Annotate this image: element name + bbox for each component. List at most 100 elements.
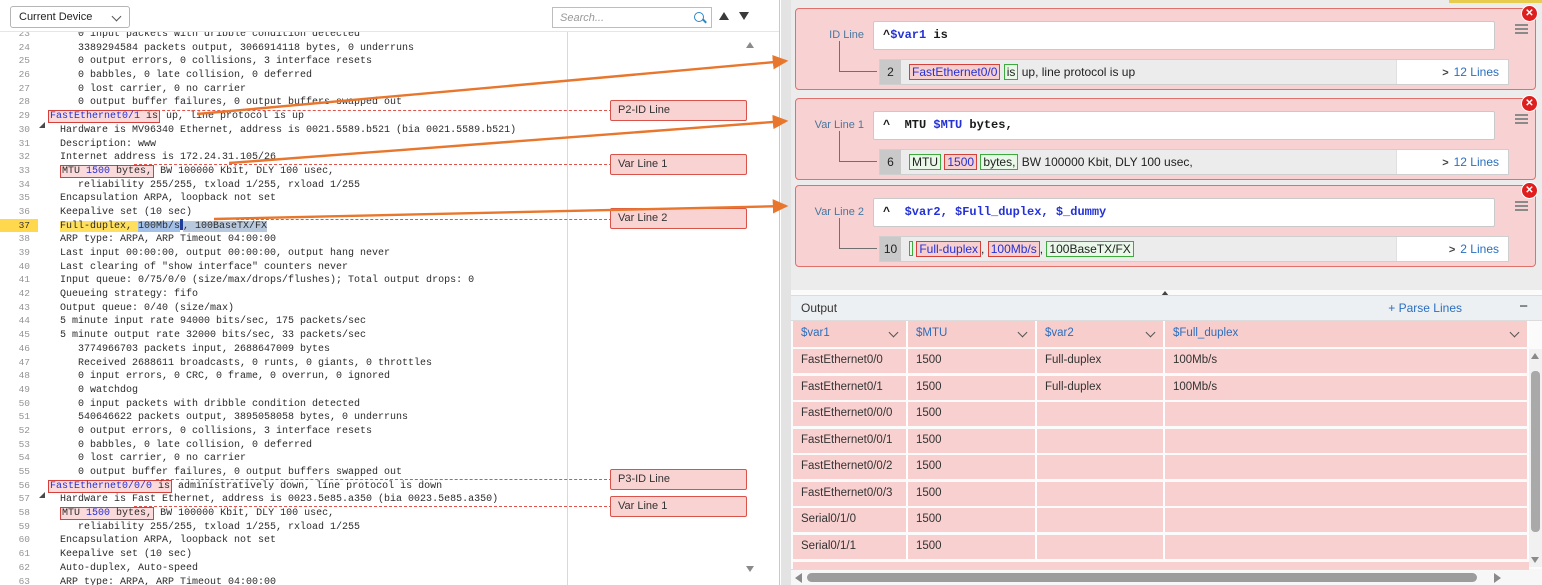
line-number: 46 — [0, 342, 38, 356]
search-icon[interactable] — [693, 11, 706, 24]
h-scrollbar[interactable] — [791, 569, 1529, 585]
line-number: 45 — [0, 328, 38, 342]
toolbar: Current Device — [0, 0, 779, 32]
menu-icon[interactable] — [1515, 114, 1528, 125]
lines-link[interactable]: >12 Lines — [1396, 60, 1508, 84]
close-icon[interactable]: ✕ — [1521, 182, 1538, 199]
code-line[interactable]: 44 5 minute input rate 94000 bits/sec, 1… — [0, 314, 740, 328]
lines-link[interactable]: >2 Lines — [1396, 237, 1508, 261]
code-line[interactable]: 47 Received 2688611 broadcasts, 0 runts,… — [0, 356, 740, 370]
code-line[interactable]: 27 0 lost carrier, 0 no carrier — [0, 82, 740, 96]
table-cell — [1165, 482, 1529, 506]
code-line[interactable]: 59 reliability 255/255, txload 1/255, rx… — [0, 520, 740, 534]
line-number: 49 — [0, 383, 38, 397]
code-line[interactable]: 48 0 input errors, 0 CRC, 0 frame, 0 ove… — [0, 369, 740, 383]
code-line[interactable]: 49 0 watchdog — [0, 383, 740, 397]
row-line-number: 10 — [880, 237, 901, 261]
line-number: 52 — [0, 424, 38, 438]
search-next-icon[interactable] — [739, 12, 749, 20]
close-icon[interactable]: ✕ — [1521, 5, 1538, 22]
parse-lines-link[interactable]: + Parse Lines — [1388, 301, 1462, 315]
chevron-down-icon[interactable] — [1146, 328, 1156, 338]
code-line[interactable]: 50 0 input packets with dribble conditio… — [0, 397, 740, 411]
table-cell: 1500 — [908, 455, 1037, 479]
code-line[interactable]: 23 0 input packets with dribble conditio… — [0, 32, 740, 41]
code-line[interactable]: 63 ARP type: ARPA, ARP Timeout 04:00:00 — [0, 575, 740, 585]
scroll-thumb[interactable] — [807, 573, 1477, 582]
code-line[interactable]: 35 Encapsulation ARPA, loopback not set — [0, 191, 740, 205]
chevron-right-icon: > — [1442, 67, 1448, 79]
table-cell — [1037, 535, 1165, 559]
search-input[interactable] — [558, 10, 688, 27]
device-selector[interactable]: Current Device — [10, 6, 130, 28]
code-line[interactable]: 31 Description: www — [0, 137, 740, 151]
table-cell: FastEthernet0/0 — [793, 349, 908, 373]
scroll-right-icon[interactable] — [1494, 573, 1501, 583]
column-header[interactable]: $var1 — [793, 321, 908, 347]
code-text: bytes, — [110, 166, 152, 177]
code-line[interactable]: 38 ARP type: ARPA, ARP Timeout 04:00:00 — [0, 232, 740, 246]
code-line[interactable]: 46 3774966703 packets input, 2688647009 … — [0, 342, 740, 356]
code-text — [48, 508, 60, 519]
pattern-input[interactable]: ^ $var2, $Full_duplex, $_dummy — [873, 198, 1495, 227]
table-row: FastEthernet0/0/31500 — [793, 482, 1529, 506]
chevron-down-icon[interactable] — [1510, 328, 1520, 338]
table-cell: FastEthernet0/0/2 — [793, 455, 908, 479]
code-line[interactable]: 60 Encapsulation ARPA, loopback not set — [0, 533, 740, 547]
lines-link[interactable]: >12 Lines — [1396, 150, 1508, 174]
search-prev-icon[interactable] — [719, 12, 729, 20]
scroll-up-icon[interactable] — [1531, 353, 1539, 359]
code-line[interactable]: 30 Hardware is MV96340 Ethernet, address… — [0, 123, 740, 137]
menu-icon[interactable] — [1515, 201, 1528, 212]
matched-token: 1500 — [944, 154, 977, 170]
code-line[interactable]: 39 Last input 00:00:00, output 00:00:00,… — [0, 246, 740, 260]
code-line[interactable]: 34 reliability 255/255, txload 1/255, rx… — [0, 178, 740, 192]
table-cell: 100Mb/s — [1165, 376, 1529, 400]
code-line[interactable]: 54 0 lost carrier, 0 no carrier — [0, 451, 740, 465]
pattern-input[interactable]: ^$var1 is — [873, 21, 1495, 50]
code-line[interactable]: 24 3389294584 packets output, 3066914118… — [0, 41, 740, 55]
code-text: Hardware is Fast Ethernet, address is 00… — [48, 494, 498, 505]
column-header[interactable]: $var2 — [1037, 321, 1165, 347]
pattern-input[interactable]: ^ MTU $MTU bytes, — [873, 111, 1495, 140]
table-cell: 1500 — [908, 402, 1037, 426]
connector-elbow — [839, 131, 877, 162]
code-text: is — [140, 111, 158, 122]
line-number: 27 — [0, 82, 38, 96]
chevron-down-icon[interactable] — [1018, 328, 1028, 338]
chevron-down-icon[interactable] — [889, 328, 899, 338]
code-line[interactable]: 43 Output queue: 0/40 (size/max) — [0, 301, 740, 315]
code-line[interactable]: 45 5 minute output rate 32000 bits/sec, … — [0, 328, 740, 342]
column-header[interactable]: $Full_duplex — [1165, 321, 1529, 347]
code-text: Encapsulation ARPA, loopback not set — [48, 535, 276, 546]
minimize-icon[interactable]: − — [1519, 298, 1528, 315]
code-text: Input queue: 0/75/0/0 (size/max/drops/fl… — [48, 275, 474, 286]
scroll-down-icon[interactable] — [746, 566, 754, 572]
scroll-down-icon[interactable] — [1531, 557, 1539, 563]
scroll-thumb[interactable] — [1531, 371, 1540, 532]
menu-icon[interactable] — [1515, 24, 1528, 35]
column-header[interactable]: $MTU — [908, 321, 1037, 347]
code-line[interactable]: 62 Auto-duplex, Auto-speed — [0, 561, 740, 575]
scroll-up-icon[interactable] — [746, 42, 754, 48]
close-icon[interactable]: ✕ — [1521, 95, 1538, 112]
code-line[interactable]: 42 Queueing strategy: fifo — [0, 287, 740, 301]
table-cell — [1037, 482, 1165, 506]
code-line[interactable]: 40 Last clearing of "show interface" cou… — [0, 260, 740, 274]
code-line[interactable]: 25 0 output errors, 0 collisions, 3 inte… — [0, 54, 740, 68]
v-scrollbar[interactable] — [1529, 349, 1542, 567]
code-line[interactable]: 41 Input queue: 0/75/0/0 (size/max/drops… — [0, 273, 740, 287]
code-line[interactable]: 53 0 babbles, 0 late collision, 0 deferr… — [0, 438, 740, 452]
code-text: Internet address is 172.24.31.105/26 — [48, 152, 276, 163]
code-line[interactable]: 61 Keepalive set (10 sec) — [0, 547, 740, 561]
code-text: 3774966703 packets input, 2688647009 byt… — [48, 344, 330, 355]
scroll-left-icon[interactable] — [795, 573, 802, 583]
code-line[interactable]: 52 0 output errors, 0 collisions, 3 inte… — [0, 424, 740, 438]
table-cell: 1500 — [908, 376, 1037, 400]
matched-token: bytes, — [980, 154, 1018, 170]
code-text: Output queue: 0/40 (size/max) — [48, 303, 234, 314]
code-line[interactable]: 51 540646622 packets output, 3895058058 … — [0, 410, 740, 424]
annotation-label: Var Line 1 — [610, 154, 747, 175]
code-text: 0 output buffer failures, 0 output buffe… — [48, 467, 402, 478]
code-line[interactable]: 26 0 babbles, 0 late collision, 0 deferr… — [0, 68, 740, 82]
